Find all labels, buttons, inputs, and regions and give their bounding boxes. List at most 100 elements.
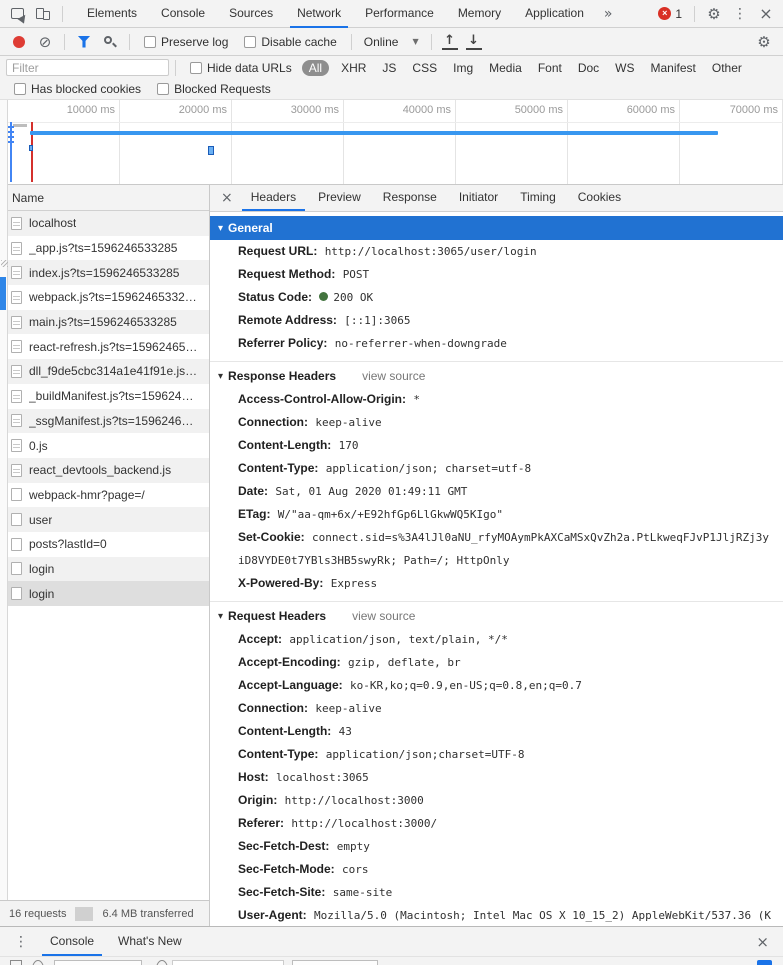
tab-network[interactable]: Network xyxy=(290,0,349,28)
header-value: POST xyxy=(342,268,370,281)
filter-pill-media[interactable]: Media xyxy=(482,60,529,76)
table-row[interactable]: localhost xyxy=(0,211,209,236)
table-row[interactable]: webpack-hmr?page=/ xyxy=(0,483,209,508)
filter-pill-all[interactable]: All xyxy=(301,59,330,76)
settings-gear-icon[interactable]: ⚙ xyxy=(701,1,727,27)
filter-pill-js[interactable]: JS xyxy=(375,60,403,76)
header-key: Connection: xyxy=(238,701,308,715)
request-icon xyxy=(11,488,22,502)
hide-data-urls-label: Hide data URLs xyxy=(207,60,292,75)
table-row[interactable]: index.js?ts=1596246533285 xyxy=(0,260,209,286)
table-row[interactable]: _buildManifest.js?ts=159624… xyxy=(0,384,209,409)
section-header-request-headers[interactable]: ▾ Request Headers view source xyxy=(210,604,783,628)
clear-console-icon-partial[interactable] xyxy=(32,960,44,965)
drawer-menu-icon[interactable]: ⋮ xyxy=(4,927,38,956)
disable-cache-checkbox[interactable]: Disable cache xyxy=(244,35,337,49)
close-devtools-icon[interactable]: × xyxy=(753,1,779,27)
console-toolbar-partial xyxy=(0,957,783,965)
filter-pill-img[interactable]: Img xyxy=(446,60,480,76)
log-level-select-partial[interactable] xyxy=(292,960,378,965)
table-row[interactable]: react_devtools_backend.js xyxy=(0,457,209,483)
table-row[interactable]: dll_f9de5cbc314a1e41f91e.js… xyxy=(0,359,209,384)
tab-performance[interactable]: Performance xyxy=(358,0,441,28)
network-overview-timeline[interactable]: 10000 ms 20000 ms 30000 ms 40000 ms 50000 ms… xyxy=(0,100,783,185)
hide-data-urls-checkbox[interactable]: Hide data URLs xyxy=(190,61,292,75)
table-row[interactable]: _app.js?ts=1596246533285 xyxy=(0,236,209,261)
tab-initiator[interactable]: Initiator xyxy=(450,185,507,211)
context-select-partial[interactable] xyxy=(54,960,142,965)
timeline-tick: 60000 ms xyxy=(568,100,680,184)
tab-response[interactable]: Response xyxy=(374,185,446,211)
close-details-icon[interactable]: × xyxy=(214,185,240,211)
table-row[interactable]: react-refresh.js?ts=15962465… xyxy=(0,334,209,359)
table-row[interactable]: login xyxy=(0,581,209,606)
checkbox-box xyxy=(190,61,202,74)
tab-cookies[interactable]: Cookies xyxy=(569,185,630,211)
divider xyxy=(75,906,94,921)
divider xyxy=(430,33,432,50)
section-header-response-headers[interactable]: ▾ Response Headers view source xyxy=(210,364,783,388)
name-column-header[interactable]: Name xyxy=(0,185,209,211)
header-key: Request Method: xyxy=(238,267,336,281)
filter-pill-doc[interactable]: Doc xyxy=(571,60,606,76)
filter-pill-css[interactable]: CSS xyxy=(405,60,444,76)
import-har-icon[interactable]: ↑ xyxy=(441,34,458,50)
table-row[interactable]: posts?lastId=0 xyxy=(0,532,209,557)
table-row[interactable]: login xyxy=(0,556,209,582)
tab-preview[interactable]: Preview xyxy=(309,185,370,211)
tab-headers[interactable]: Headers xyxy=(241,185,306,211)
filter-pill-font[interactable]: Font xyxy=(531,60,569,76)
file-icon xyxy=(11,216,22,230)
console-settings-icon-partial[interactable] xyxy=(757,960,772,965)
details-tabs: Headers Preview Response Initiator Timing Coo… xyxy=(240,185,632,211)
blocked-requests-checkbox[interactable]: Blocked Requests xyxy=(157,82,271,96)
tab-timing[interactable]: Timing xyxy=(511,185,565,211)
more-options-icon[interactable]: ⋮ xyxy=(727,1,753,27)
export-har-icon[interactable]: ↓ xyxy=(465,34,482,50)
has-blocked-cookies-label: Has blocked cookies xyxy=(31,82,142,96)
table-row[interactable]: 0.js xyxy=(0,433,209,458)
tab-sources[interactable]: Sources xyxy=(222,0,280,28)
close-drawer-icon[interactable]: × xyxy=(746,927,779,956)
tab-application[interactable]: Application xyxy=(518,0,591,28)
filter-pill-manifest[interactable]: Manifest xyxy=(644,60,703,76)
request-count: 16 requests xyxy=(9,907,67,920)
table-row[interactable]: webpack.js?ts=15962465332… xyxy=(0,285,209,310)
table-row[interactable]: _ssgManifest.js?ts=1596246… xyxy=(0,408,209,434)
section-header-general[interactable]: ▾ General xyxy=(210,216,783,240)
tab-console[interactable]: Console xyxy=(154,0,212,28)
throttling-select[interactable]: Online ▼ xyxy=(358,35,425,49)
console-filter-input-partial[interactable] xyxy=(172,960,284,965)
request-name: dll_f9de5cbc314a1e41f91e.js… xyxy=(29,364,198,379)
request-name: _app.js?ts=1596246533285 xyxy=(29,241,178,256)
view-source-link[interactable]: view source xyxy=(362,369,425,383)
drawer-tab-what-s-new[interactable]: What's New xyxy=(110,927,190,956)
more-tabs-icon[interactable]: » xyxy=(596,6,621,22)
inspect-element-icon[interactable] xyxy=(4,1,30,27)
scroll-indicator[interactable] xyxy=(0,277,6,310)
filter-pill-other[interactable]: Other xyxy=(705,60,749,76)
header-line: Connection: keep-alive xyxy=(210,697,783,720)
console-icon-partial[interactable] xyxy=(10,960,22,965)
clear-network-log-icon[interactable]: ⊘ xyxy=(32,29,58,55)
tab-elements[interactable]: Elements xyxy=(80,0,144,28)
drawer-tabs: Console What's New xyxy=(38,927,194,957)
network-settings-gear-icon[interactable]: ⚙ xyxy=(751,29,777,55)
drawer-tab-console[interactable]: Console xyxy=(42,927,103,957)
view-source-link[interactable]: view source xyxy=(352,609,415,623)
device-toolbar-icon[interactable] xyxy=(30,1,56,27)
search-icon[interactable] xyxy=(97,29,123,55)
filter-input[interactable] xyxy=(6,59,169,76)
filter-pill-ws[interactable]: WS xyxy=(608,60,641,76)
error-badge[interactable]: × 1 xyxy=(652,7,688,21)
filter-pill-xhr[interactable]: XHR xyxy=(334,60,373,76)
preserve-log-checkbox[interactable]: Preserve log xyxy=(144,35,228,49)
tab-memory[interactable]: Memory xyxy=(451,0,508,28)
table-row[interactable]: main.js?ts=1596246533285 xyxy=(0,309,209,335)
table-row[interactable]: user xyxy=(0,507,209,532)
resize-handle-icon[interactable] xyxy=(1,260,8,267)
eye-icon-partial[interactable] xyxy=(156,960,168,965)
has-blocked-cookies-checkbox[interactable]: Has blocked cookies xyxy=(14,82,141,96)
filter-funnel-icon[interactable] xyxy=(71,29,97,55)
record-network-log-icon[interactable] xyxy=(6,29,32,55)
